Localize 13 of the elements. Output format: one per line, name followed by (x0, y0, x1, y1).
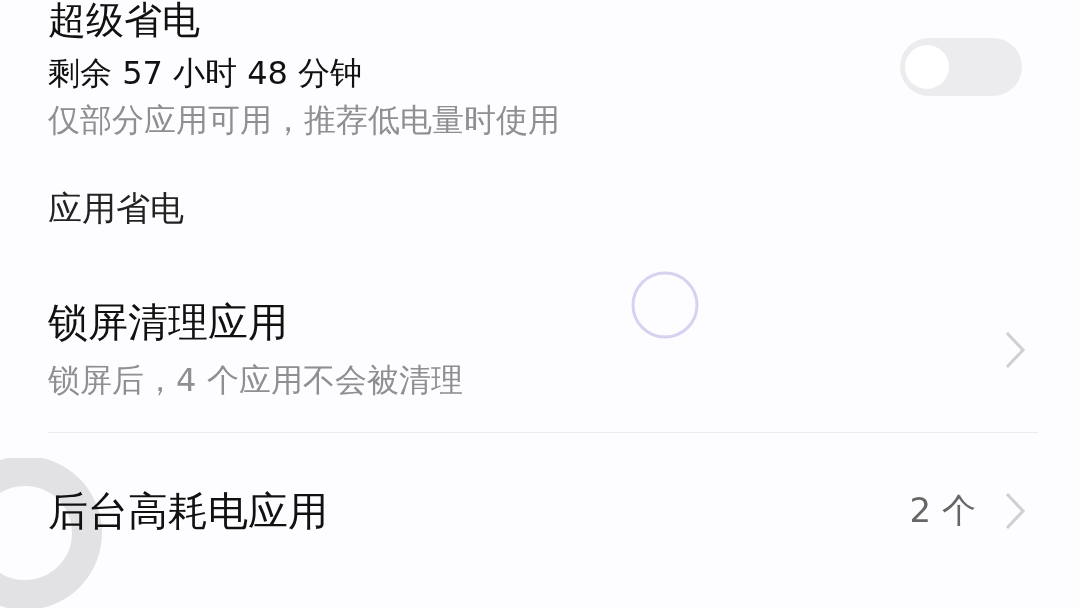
item-count: 2 个 (909, 489, 976, 532)
item-title: 后台高耗电应用 (48, 487, 328, 535)
list-item[interactable]: 锁屏清理应用 锁屏后，4 个应用不会被清理 (48, 244, 1032, 432)
setting-description: 仅部分应用可用，推荐低电量时使用 (48, 100, 560, 141)
setting-title: 超级省电 (48, 0, 201, 40)
touch-indicator (630, 270, 700, 340)
remaining-time: 剩余 57 小时 48 分钟 (48, 53, 364, 94)
list-item[interactable]: 后台高耗电应用 2 个 (48, 433, 1032, 565)
item-subtitle: 锁屏后，4 个应用不会被清理 (48, 360, 463, 401)
section-header: 应用省电 (48, 187, 184, 230)
chevron-right-icon (1004, 491, 1026, 531)
chevron-right-icon (1004, 330, 1026, 370)
item-title: 锁屏清理应用 (48, 298, 288, 346)
